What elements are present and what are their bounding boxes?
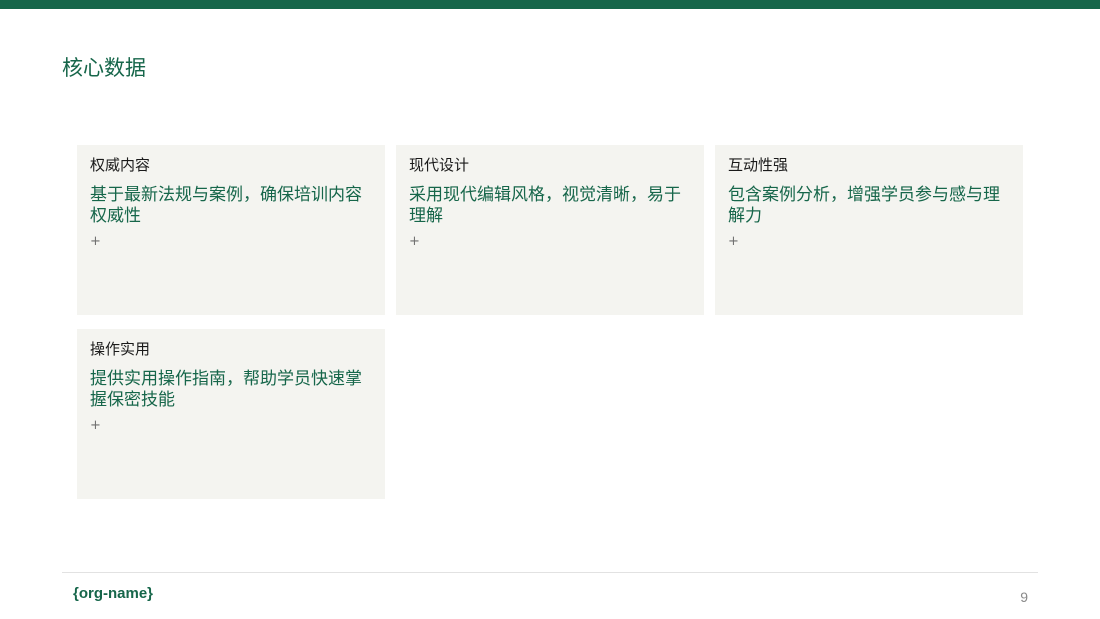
slide-title: 核心数据 [62,56,146,80]
card-title: 权威内容 [90,156,151,174]
card-title: 互动性强 [728,156,789,174]
plus-icon: + [728,234,739,249]
page-number: 9 [1020,589,1028,605]
card-description: 包含案例分析，增强学员参与感与理解力 [728,185,1000,226]
plus-icon: + [90,418,101,433]
footer-org-name: {org-name} [73,585,154,602]
feature-card-authority: 权威内容 基于最新法规与案例，确保培训内容权威性 + [77,145,385,315]
feature-card-interactive: 互动性强 包含案例分析，增强学员参与感与理解力 + [715,145,1023,315]
feature-card-practical: 操作实用 提供实用操作指南，帮助学员快速掌握保密技能 + [77,329,385,499]
card-description: 采用现代编辑风格，视觉清晰，易于理解 [409,185,681,226]
card-title: 操作实用 [90,340,151,358]
card-description: 基于最新法规与案例，确保培训内容权威性 [90,185,362,226]
feature-card-design: 现代设计 采用现代编辑风格，视觉清晰，易于理解 + [396,145,704,315]
card-description: 提供实用操作指南，帮助学员快速掌握保密技能 [90,369,362,410]
card-title: 现代设计 [409,156,470,174]
footer-divider [62,572,1038,573]
top-accent-bar [0,0,1100,9]
plus-icon: + [409,234,420,249]
plus-icon: + [90,234,101,249]
